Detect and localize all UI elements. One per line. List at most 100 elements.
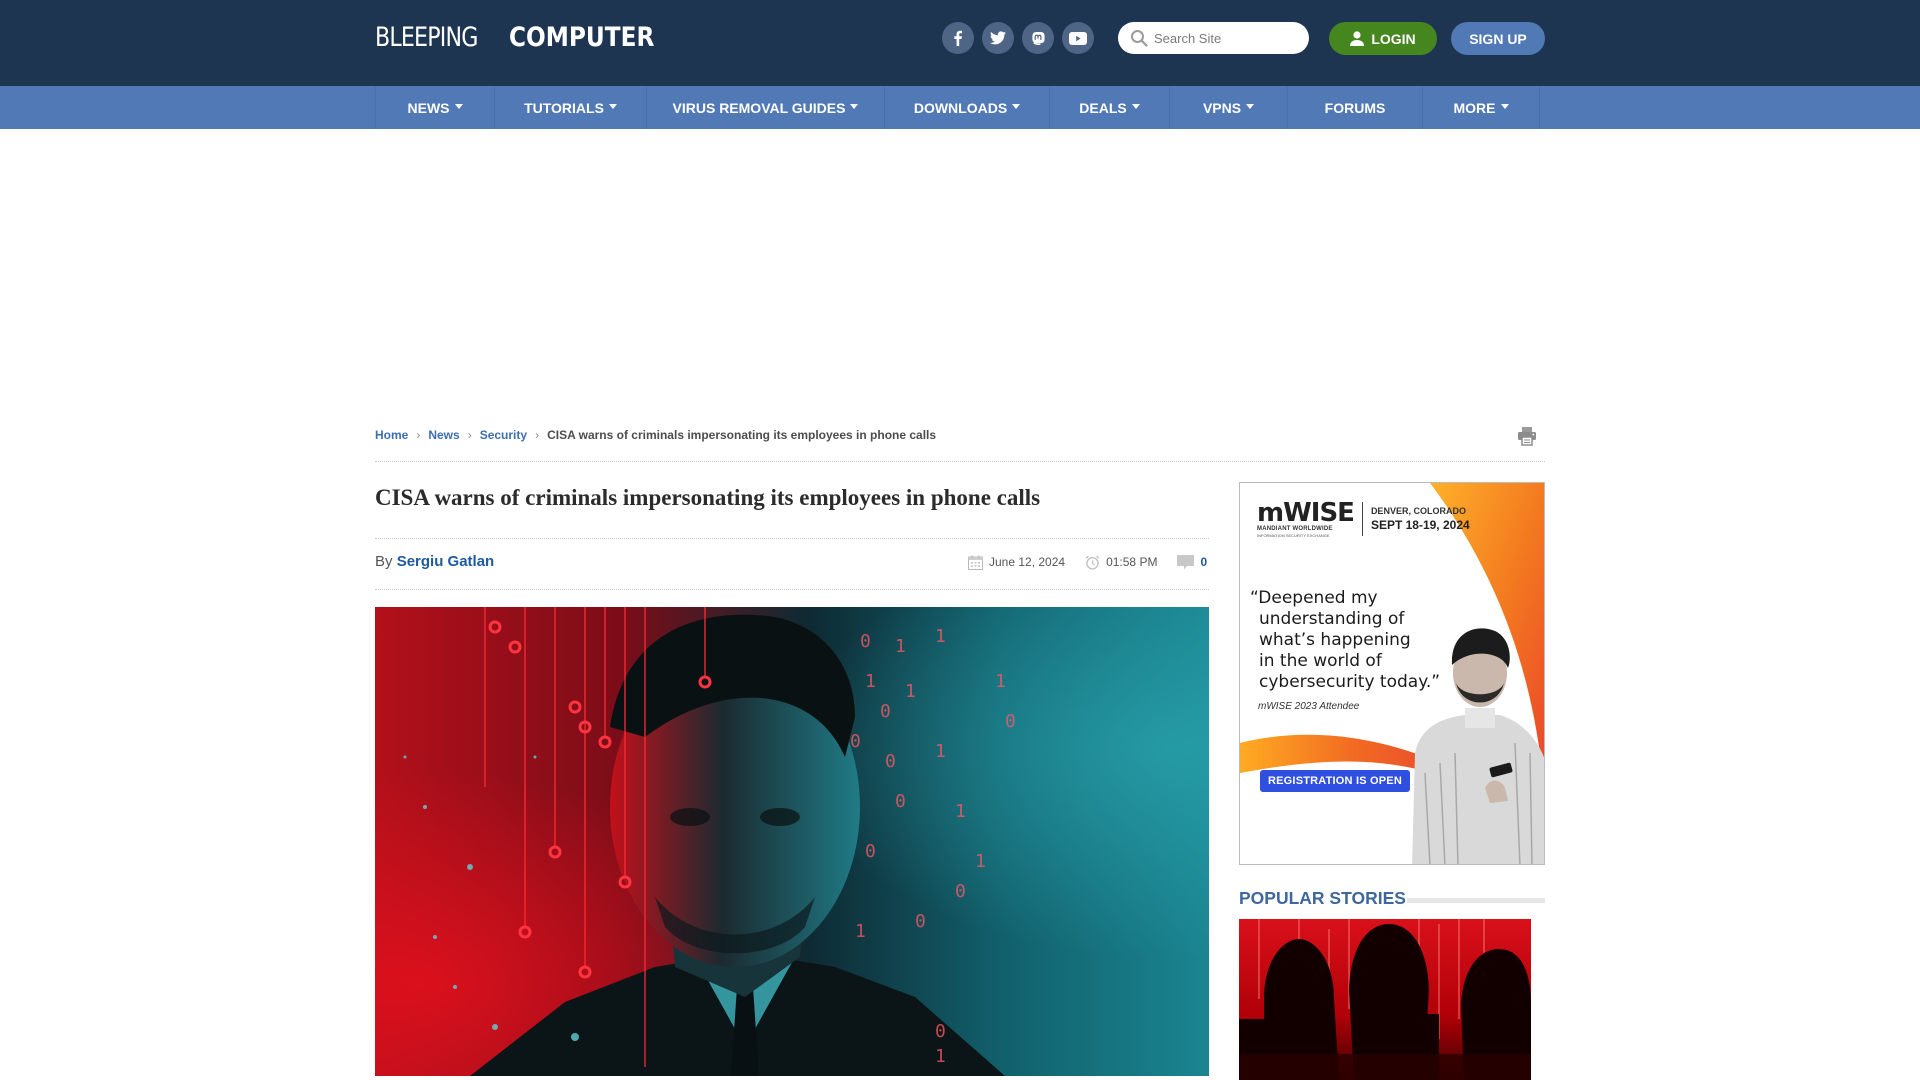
svg-text:0: 0: [895, 791, 906, 812]
ad-brand: mWISE MANDIANT WORLDWIDE INFORMATION SEC…: [1257, 500, 1470, 538]
main-nav: NEWS TUTORIALS VIRUS REMOVAL GUIDES DOWNLOA…: [0, 86, 1920, 129]
svg-text:1: 1: [995, 671, 1006, 692]
popular-story-image[interactable]: [1239, 919, 1531, 1080]
mastodon-button[interactable]: [1022, 22, 1054, 54]
svg-text:1: 1: [935, 626, 946, 647]
svg-text:1: 1: [895, 636, 906, 657]
comment-count[interactable]: 0: [1200, 555, 1207, 569]
breadcrumb-separator-icon: ›: [467, 428, 472, 442]
svg-text:0: 0: [1005, 711, 1016, 732]
caret-down-icon: [1500, 104, 1509, 109]
breadcrumb-divider: [375, 461, 1545, 462]
signup-label: SIGN UP: [1469, 30, 1527, 47]
search-icon: [1131, 30, 1148, 47]
nav-item-tutorials[interactable]: TUTORIALS: [495, 86, 647, 129]
by-label: By: [375, 553, 393, 570]
twitter-button[interactable]: [982, 22, 1014, 54]
breadcrumb-separator-icon: ›: [535, 428, 540, 442]
print-button[interactable]: [1516, 425, 1538, 447]
svg-text:1: 1: [955, 801, 966, 822]
article-byline: By Sergiu Gatlan: [375, 553, 494, 570]
nav-list: NEWS TUTORIALS VIRUS REMOVAL GUIDES DOWNLOA…: [375, 86, 1540, 129]
date-text: June 12, 2024: [989, 555, 1066, 569]
nav-item-virus-removal-guides[interactable]: VIRUS REMOVAL GUIDES: [647, 86, 885, 129]
svg-text:0: 0: [935, 1021, 946, 1042]
caret-down-icon: [1131, 104, 1140, 109]
article-hero-image: 011 101 001 010 101 100 01: [375, 607, 1209, 1076]
youtube-icon: [1069, 31, 1087, 45]
breadcrumb-home[interactable]: Home: [375, 428, 408, 442]
article-time: 01:58 PM: [1085, 555, 1157, 570]
svg-text:1: 1: [935, 1046, 946, 1067]
ad-location: DENVER, COLORADO: [1370, 506, 1466, 516]
login-button[interactable]: LOGIN: [1329, 22, 1437, 55]
ad-quote-line: what’s happening: [1259, 630, 1411, 650]
nav-item-deals[interactable]: DEALS: [1050, 86, 1170, 129]
nav-item-vpns[interactable]: VPNS: [1170, 86, 1288, 129]
logo-text-light: BLEEPING: [375, 22, 478, 53]
svg-text:0: 0: [885, 751, 896, 772]
logo-text-bold: COMPUTER: [509, 22, 655, 53]
author-link[interactable]: Sergiu Gatlan: [397, 553, 495, 570]
nav-item-label: DOWNLOADS: [913, 99, 1008, 116]
article-comments[interactable]: 0: [1177, 554, 1207, 570]
nav-item-label: MORE: [1453, 99, 1496, 116]
calendar-icon: [968, 555, 983, 570]
ad-attribution: mWISE 2023 Attendee: [1258, 701, 1360, 712]
site-header: BLEEPING COMPUTER LOGIN SIGN UP: [0, 0, 1920, 86]
svg-text:1: 1: [855, 921, 866, 942]
caret-down-icon: [1246, 104, 1255, 109]
site-logo[interactable]: BLEEPING COMPUTER: [375, 22, 678, 54]
nav-item-label: NEWS: [407, 99, 450, 116]
breadcrumb: Home › News › Security › CISA warns of c…: [375, 428, 936, 442]
ad-brand-sub2: INFORMATION SECURITY EXCHANGE: [1257, 533, 1330, 538]
youtube-button[interactable]: [1062, 22, 1094, 54]
nav-item-label: TUTORIALS: [524, 99, 604, 116]
sidebar-advertisement[interactable]: mWISE MANDIANT WORLDWIDE INFORMATION SEC…: [1239, 482, 1545, 865]
hero-illustration: 011 101 00 1 0 10 101 100 01: [375, 607, 1209, 1076]
caret-down-icon: [454, 104, 463, 109]
ad-quote-line: understanding of: [1259, 609, 1405, 629]
breadcrumb-separator-icon: ›: [416, 428, 421, 442]
printer-icon: [1518, 427, 1536, 446]
ad-quote-line: “Deepened my: [1250, 588, 1378, 608]
article-title: CISA warns of criminals impersonating it…: [375, 485, 1041, 510]
ad-quote-line: in the world of: [1259, 651, 1382, 671]
breadcrumb-news[interactable]: News: [428, 428, 459, 442]
ad-divider: [1361, 502, 1363, 536]
nav-item-forums[interactable]: FORUMS: [1288, 86, 1423, 129]
nav-item-label: FORUMS: [1324, 99, 1386, 116]
social-links: [942, 22, 1094, 54]
comment-icon: [1177, 555, 1195, 570]
caret-down-icon: [850, 104, 859, 109]
svg-text:0: 0: [880, 701, 891, 722]
article-meta: June 12, 2024 01:58 PM 0: [968, 554, 1227, 570]
nav-item-more[interactable]: MORE: [1423, 86, 1540, 129]
svg-text:0: 0: [955, 881, 966, 902]
nav-item-label: DEALS: [1079, 99, 1127, 116]
facebook-icon: [954, 30, 962, 46]
svg-text:0: 0: [865, 841, 876, 862]
title-divider: [375, 538, 1209, 539]
svg-text:0: 0: [915, 911, 926, 932]
search-input[interactable]: [1154, 30, 1294, 46]
popular-stories-rule: [1407, 898, 1545, 903]
ad-registration-button[interactable]: REGISTRATION IS OPEN: [1260, 770, 1410, 792]
nav-item-label: VPNS: [1202, 99, 1242, 116]
svg-text:0: 0: [860, 631, 871, 652]
svg-text:1: 1: [905, 681, 916, 702]
search-box[interactable]: [1118, 22, 1309, 54]
caret-down-icon: [608, 104, 617, 109]
signup-button[interactable]: SIGN UP: [1451, 22, 1545, 55]
ad-brand-name: mWISE: [1257, 498, 1355, 528]
nav-item-news[interactable]: NEWS: [376, 86, 495, 129]
mastodon-icon: [1031, 31, 1045, 45]
facebook-button[interactable]: [942, 22, 974, 54]
nav-item-downloads[interactable]: DOWNLOADS: [885, 86, 1050, 129]
login-label: LOGIN: [1371, 30, 1416, 47]
byline-divider: [375, 589, 1209, 590]
breadcrumb-security[interactable]: Security: [480, 428, 527, 442]
user-icon: [1350, 31, 1365, 46]
svg-text:1: 1: [935, 741, 946, 762]
breadcrumb-current: CISA warns of criminals impersonating it…: [547, 428, 937, 442]
